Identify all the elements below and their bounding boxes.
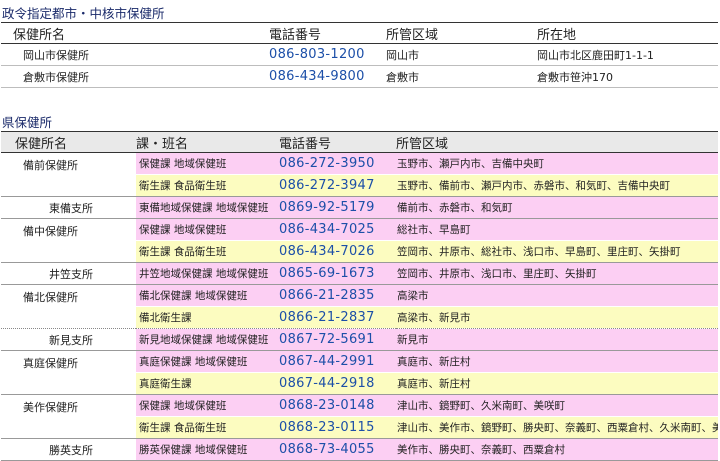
section-name: 真庭衛生課 <box>136 372 279 395</box>
jurisdiction-area: 真庭市、新庄村 <box>396 350 718 373</box>
jurisdiction-area: 高梁市 <box>396 284 718 307</box>
table-row: 岡山市保健所 086-803-1200 岡山市 岡山市北区鹿田町1-1-1 <box>1 43 718 66</box>
section-name: 衛生課 食品衛生班 <box>136 240 279 263</box>
jurisdiction-area: 笠岡市、井原市、浅口市、里庄町、矢掛町 <box>396 262 718 285</box>
office-name: 勝英支所 <box>1 438 136 461</box>
header-address: 所在地 <box>537 22 718 44</box>
office-name: 美作保健所 <box>1 394 136 439</box>
phone-number: 086-434-9800 <box>269 65 386 88</box>
section-name: 備北保健課 地域保健班 <box>136 284 279 307</box>
phone-number: 086-434-7025 <box>279 218 396 241</box>
section-name: 保健課 地域保健班 <box>136 218 279 241</box>
phone-number: 0868-73-4055 <box>279 438 396 461</box>
header-office-name: 保健所名 <box>1 22 269 44</box>
jurisdiction-area: 津山市、鏡野町、久米南町、美咲町 <box>396 394 718 417</box>
phone-number: 0869-92-5179 <box>279 196 396 219</box>
table-row: 新見支所 新見地域保健課 地域保健班 0867-72-5691 新見市 <box>1 328 718 351</box>
section-name: 勝英保健課 地域保健班 <box>136 438 279 461</box>
jurisdiction-area: 笠岡市、井原市、総社市、浅口市、早島町、里庄町、矢掛町 <box>396 240 718 263</box>
phone-number: 0867-72-5691 <box>279 328 396 351</box>
office-name: 新見支所 <box>1 328 136 351</box>
table-row: 勝英支所 勝英保健課 地域保健班 0868-73-4055 美作市、勝央町、奈義… <box>1 438 718 461</box>
header-section: 課・班名 <box>136 131 279 153</box>
section-name: 新見地域保健課 地域保健班 <box>136 328 279 351</box>
phone-number: 0866-21-2835 <box>279 284 396 307</box>
office-name: 井笠支所 <box>1 262 136 285</box>
section-name: 衛生課 食品衛生班 <box>136 416 279 439</box>
office-address: 岡山市北区鹿田町1-1-1 <box>537 43 718 66</box>
jurisdiction-area: 岡山市 <box>386 43 537 66</box>
jurisdiction-area: 総社市、早島町 <box>396 218 718 241</box>
section-name: 保健課 地域保健班 <box>136 152 279 175</box>
phone-number: 0867-44-2991 <box>279 350 396 373</box>
office-name: 真庭保健所 <box>1 350 136 395</box>
header-area: 所管区域 <box>396 131 718 153</box>
office-name: 備中保健所 <box>1 218 136 263</box>
office-address: 倉敷市笹沖170 <box>537 65 718 88</box>
section-name: 井笠地域保健課 地域保健班 <box>136 262 279 285</box>
section-name: 備北衛生課 <box>136 306 279 329</box>
table-row: 倉敷市保健所 086-434-9800 倉敷市 倉敷市笹沖170 <box>1 65 718 88</box>
designated-table: 保健所名 電話番号 所管区域 所在地 岡山市保健所 086-803-1200 岡… <box>1 22 718 88</box>
jurisdiction-area: 美作市、勝央町、奈義町、西粟倉村 <box>396 438 718 461</box>
table-row: 備前保健所 保健課 地域保健班 086-272-3950 玉野市、瀬戸内市、吉備… <box>1 152 718 197</box>
designated-section-title: 政令指定都市・中核市保健所 <box>2 6 165 21</box>
phone-number: 0868-23-0115 <box>279 416 396 439</box>
table-row: 備中保健所 保健課 地域保健班 086-434-7025 総社市、早島町 <box>1 218 718 263</box>
phone-number: 086-272-3947 <box>279 174 396 197</box>
office-name: 東備支所 <box>1 196 136 219</box>
jurisdiction-area: 津山市、美作市、鏡野町、勝央町、奈義町、西粟倉村、久米南町、美咲町 <box>396 416 718 439</box>
office-name: 備前保健所 <box>1 152 136 197</box>
office-name: 備北保健所 <box>1 284 136 329</box>
table-row: 井笠支所 井笠地域保健課 地域保健班 0865-69-1673 笠岡市、井原市、… <box>1 262 718 285</box>
header-phone: 電話番号 <box>279 131 396 153</box>
header-office-name: 保健所名 <box>1 131 136 153</box>
phone-number: 0866-21-2837 <box>279 306 396 329</box>
prefectural-table: 保健所名 課・班名 電話番号 所管区域 備前保健所 保健課 地域保健班 086-… <box>1 131 718 461</box>
jurisdiction-area: 真庭市、新庄村 <box>396 372 718 395</box>
header-phone: 電話番号 <box>269 22 386 44</box>
jurisdiction-area: 玉野市、瀬戸内市、吉備中央町 <box>396 152 718 175</box>
jurisdiction-area: 備前市、赤磐市、和気町 <box>396 196 718 219</box>
designated-header-row: 保健所名 電話番号 所管区域 所在地 <box>1 22 718 44</box>
phone-number: 0865-69-1673 <box>279 262 396 285</box>
table-row: 美作保健所 保健課 地域保健班 0868-23-0148 津山市、鏡野町、久米南… <box>1 394 718 439</box>
jurisdiction-area: 高梁市、新見市 <box>396 306 718 329</box>
jurisdiction-area: 倉敷市 <box>386 65 537 88</box>
header-area: 所管区域 <box>386 22 537 44</box>
section-name: 保健課 地域保健班 <box>136 394 279 417</box>
jurisdiction-area: 玉野市、備前市、瀬戸内市、赤磐市、和気町、吉備中央町 <box>396 174 718 197</box>
section-name: 衛生課 食品衛生班 <box>136 174 279 197</box>
jurisdiction-area: 新見市 <box>396 328 718 351</box>
phone-number: 0867-44-2918 <box>279 372 396 395</box>
phone-number: 086-803-1200 <box>269 43 386 66</box>
table-row: 東備支所 東備地域保健課 地域保健班 0869-92-5179 備前市、赤磐市、… <box>1 196 718 219</box>
phone-number: 0868-23-0148 <box>279 394 396 417</box>
phone-number: 086-434-7026 <box>279 240 396 263</box>
table-row: 備北保健所 備北保健課 地域保健班 0866-21-2835 高梁市 <box>1 284 718 329</box>
prefectural-section-title: 県保健所 <box>2 115 53 130</box>
section-name: 真庭保健課 地域保健班 <box>136 350 279 373</box>
table-row: 真庭保健所 真庭保健課 地域保健班 0867-44-2991 真庭市、新庄村 <box>1 350 718 395</box>
phone-number: 086-272-3950 <box>279 152 396 175</box>
section-name: 東備地域保健課 地域保健班 <box>136 196 279 219</box>
office-name: 岡山市保健所 <box>1 43 269 66</box>
office-name: 倉敷市保健所 <box>1 65 269 88</box>
prefectural-header-row: 保健所名 課・班名 電話番号 所管区域 <box>1 131 718 153</box>
